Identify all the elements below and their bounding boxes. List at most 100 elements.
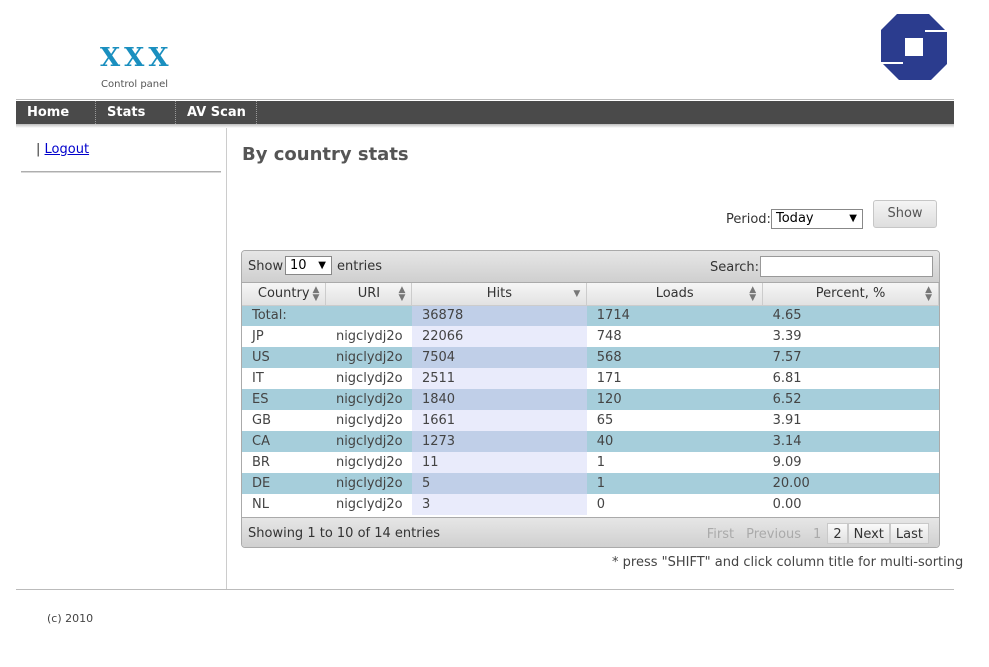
sort-both-icon: ▲ ▼ (925, 285, 932, 303)
header-divider (16, 99, 954, 100)
period-label: Period: (726, 212, 771, 227)
table-toolbar: Show 10 ▼ entries Search: (242, 251, 939, 283)
cell-uri: nigclydj2o (325, 494, 412, 515)
cell-hits: 22066 (411, 326, 587, 347)
pager-page-2[interactable]: 2 (827, 523, 848, 544)
copyright: (c) 2010 (47, 612, 94, 625)
cell-country: US (242, 347, 326, 368)
column-title: Country (257, 286, 310, 302)
cell-country: JP (242, 326, 326, 347)
cell-loads: 40 (586, 431, 763, 452)
table-row: Total: 36878 1714 4.65 (242, 305, 939, 326)
cell-hits: 5 (411, 473, 587, 494)
column-header-hits[interactable]: Hits ▼ (411, 283, 588, 306)
cell-hits: 7504 (411, 347, 587, 368)
cell-percent: 3.91 (762, 410, 939, 431)
length-label: Show (248, 259, 284, 274)
sidebar-divider (21, 171, 221, 173)
column-title: Hits (486, 286, 512, 302)
table-row: CA nigclydj2o 1273 40 3.14 (242, 431, 939, 452)
cell-hits: 2511 (411, 368, 587, 389)
table-row: ES nigclydj2o 1840 120 6.52 (242, 389, 939, 410)
cell-percent: 3.39 (762, 326, 939, 347)
cell-percent: 6.81 (762, 368, 939, 389)
logout-separator: | (36, 142, 41, 157)
cell-country: CA (242, 431, 326, 452)
cell-hits: 1661 (411, 410, 587, 431)
column-title: Percent, % (815, 286, 886, 302)
stats-table-panel: Show 10 ▼ entries Search: Country ▲ ▼ URI ▲… (241, 250, 940, 548)
cell-uri: nigclydj2o (325, 410, 412, 431)
main-nav: Home Stats AV Scan (16, 101, 954, 124)
column-title: Loads (655, 286, 694, 302)
cell-uri: nigclydj2o (325, 368, 412, 389)
chevron-down-icon: ▼ (318, 260, 326, 271)
column-header-uri[interactable]: URI ▲ ▼ (325, 283, 413, 306)
table-row: JP nigclydj2o 22066 748 3.39 (242, 326, 939, 347)
table-info: Showing 1 to 10 of 14 entries (248, 526, 440, 541)
sort-both-icon: ▲ ▼ (312, 285, 320, 303)
table-footer: Showing 1 to 10 of 14 entries First Prev… (242, 517, 939, 547)
cell-hits: 36878 (411, 305, 587, 326)
cell-hits: 3 (411, 494, 587, 515)
cell-loads: 171 (586, 368, 763, 389)
table-row: IT nigclydj2o 2511 171 6.81 (242, 368, 939, 389)
stats-table: Country ▲ ▼ URI ▲ ▼ Hits ▼ Loads ▲ ▼ Percent, %… (242, 283, 939, 515)
show-button[interactable]: Show (873, 200, 937, 228)
cell-country: GB (242, 410, 326, 431)
table-header-row: Country ▲ ▼ URI ▲ ▼ Hits ▼ Loads ▲ ▼ Percent, %… (242, 283, 939, 306)
column-header-percent[interactable]: Percent, % ▲ ▼ (762, 283, 939, 306)
search-input[interactable] (760, 256, 933, 277)
column-header-loads[interactable]: Loads ▲ ▼ (586, 283, 764, 306)
table-row: DE nigclydj2o 5 1 20.00 (242, 473, 939, 494)
cell-country: NL (242, 494, 326, 515)
pager-page-1[interactable]: 1 (807, 523, 827, 544)
cell-loads: 1 (586, 473, 763, 494)
logout-wrap: | Logout (36, 142, 89, 157)
cell-loads: 748 (586, 326, 763, 347)
sort-desc-icon: ▼ (573, 289, 581, 299)
period-selected-value: Today (776, 211, 814, 226)
logo-text: XXX (100, 43, 173, 73)
pagination: First Previous 1 2 Next Last (701, 523, 929, 544)
sort-both-icon: ▲ ▼ (398, 285, 406, 303)
bank-logo-icon (881, 14, 947, 80)
footer-divider (16, 589, 954, 590)
cell-percent: 4.65 (762, 305, 939, 326)
cell-percent: 6.52 (762, 389, 939, 410)
nav-av-scan[interactable]: AV Scan (176, 101, 257, 124)
cell-country: DE (242, 473, 326, 494)
cell-loads: 0 (586, 494, 763, 515)
cell-hits: 11 (411, 452, 587, 473)
cell-uri: nigclydj2o (325, 347, 412, 368)
logout-link[interactable]: Logout (45, 142, 90, 157)
cell-hits: 1273 (411, 431, 587, 452)
period-select[interactable]: Today ▼ (771, 209, 863, 229)
sidebar: | Logout (16, 128, 227, 589)
column-header-country[interactable]: Country ▲ ▼ (242, 283, 327, 306)
table-row: BR nigclydj2o 11 1 9.09 (242, 452, 939, 473)
pager-previous-button[interactable]: Previous (740, 523, 807, 544)
nav-stats[interactable]: Stats (96, 101, 176, 124)
table-row: NL nigclydj2o 3 0 0.00 (242, 494, 939, 515)
length-suffix: entries (337, 259, 383, 274)
cell-percent: 0.00 (762, 494, 939, 515)
cell-uri: nigclydj2o (325, 473, 412, 494)
pager-next-button[interactable]: Next (847, 523, 890, 544)
cell-hits: 1840 (411, 389, 587, 410)
multi-sort-note: * press "SHIFT" and click column title f… (612, 555, 964, 570)
search-label: Search: (710, 260, 760, 275)
cell-loads: 120 (586, 389, 763, 410)
cell-percent: 9.09 (762, 452, 939, 473)
pager-first-button[interactable]: First (701, 523, 740, 544)
pager-last-button[interactable]: Last (889, 523, 929, 544)
nav-home[interactable]: Home (16, 101, 96, 124)
cell-percent: 20.00 (762, 473, 939, 494)
cell-uri: nigclydj2o (325, 326, 412, 347)
cell-loads: 65 (586, 410, 763, 431)
entries-per-page-select[interactable]: 10 ▼ (285, 256, 332, 275)
sort-both-icon: ▲ ▼ (749, 285, 757, 303)
chevron-down-icon: ▼ (849, 213, 857, 224)
entries-per-page-value: 10 (290, 258, 307, 273)
cell-loads: 1 (586, 452, 763, 473)
